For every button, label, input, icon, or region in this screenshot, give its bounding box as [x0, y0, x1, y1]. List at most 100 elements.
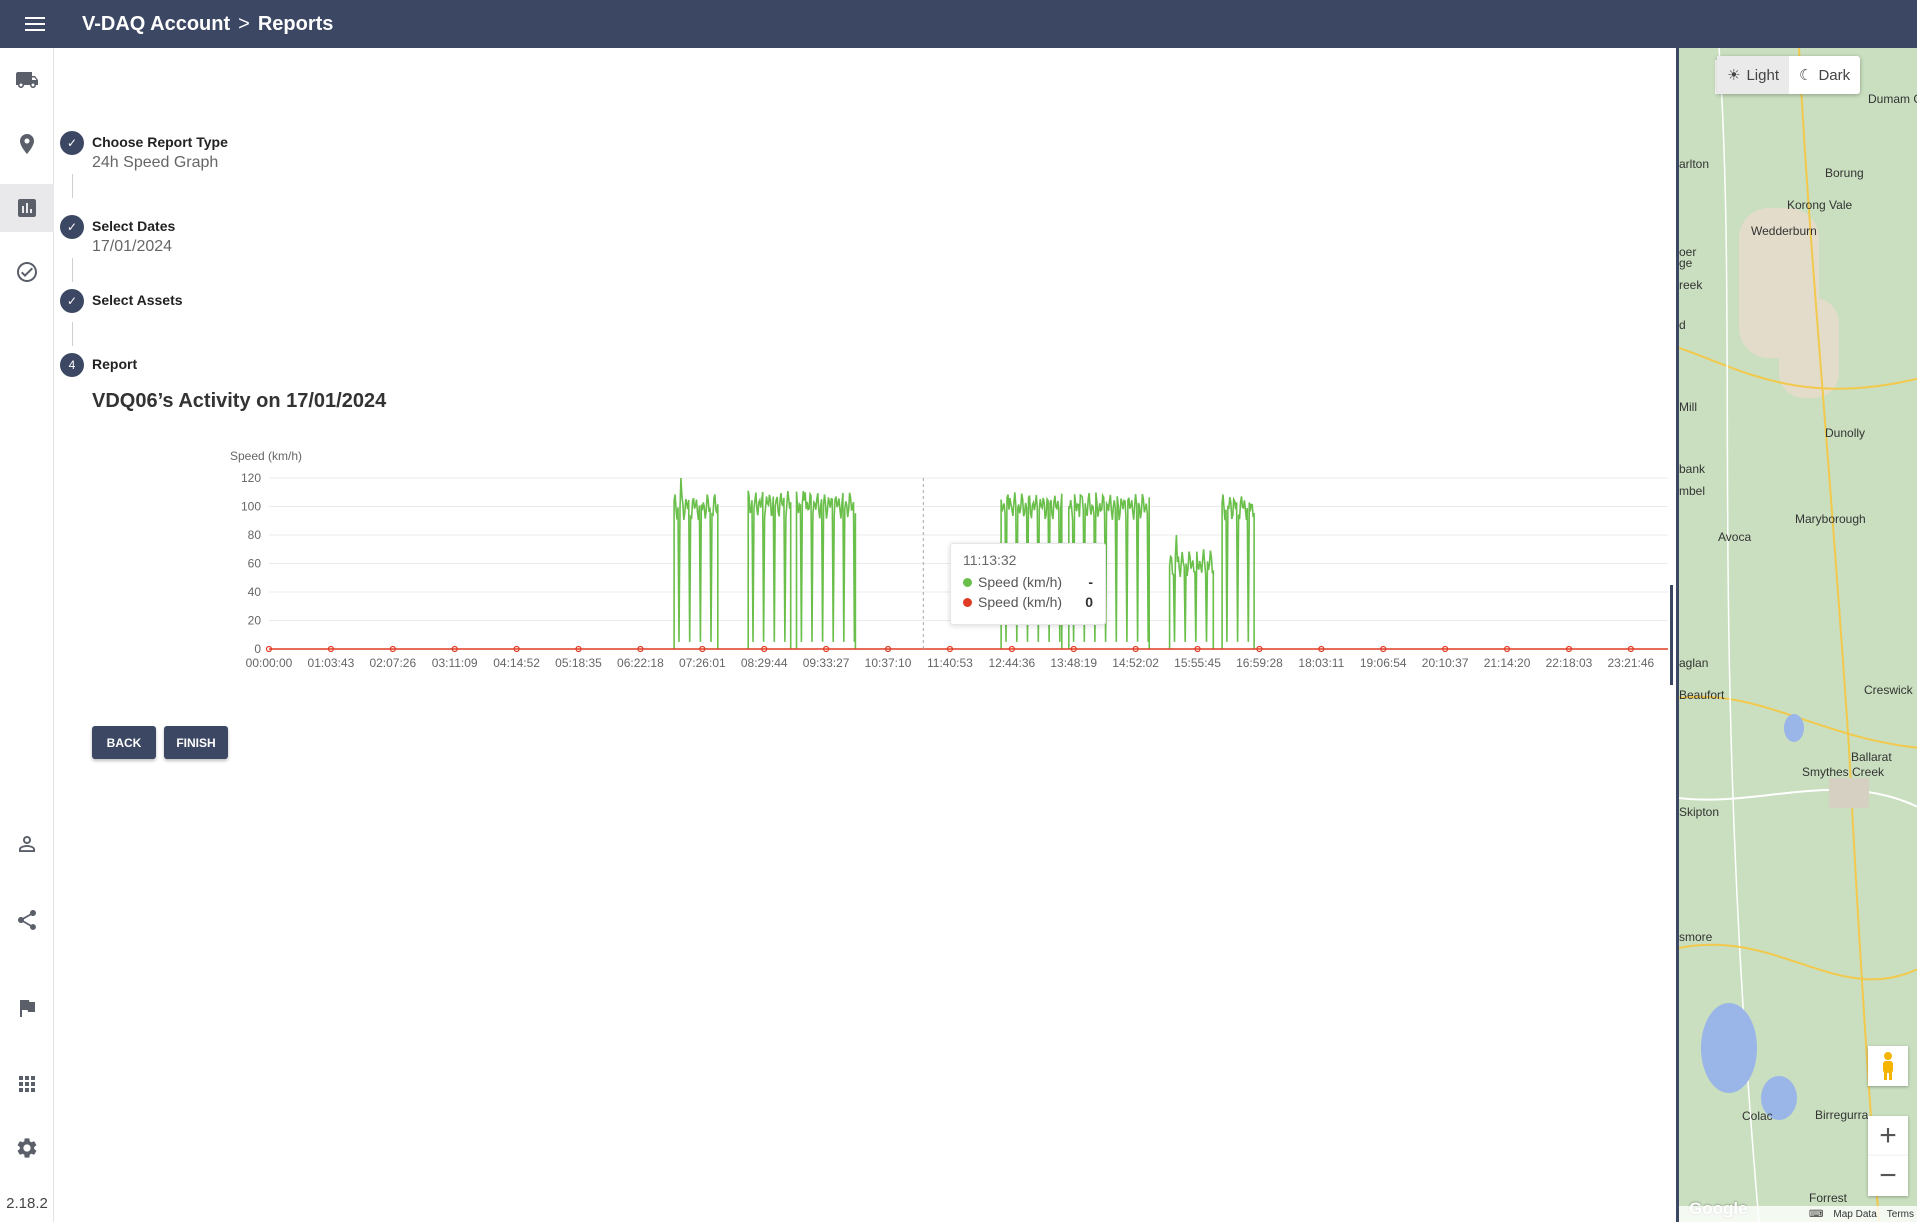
x-tick-label: 13:48:19 — [1050, 656, 1097, 670]
breadcrumb-account[interactable]: V-DAQ Account — [82, 13, 230, 36]
x-tick-label: 02:07:26 — [369, 656, 416, 670]
x-tick-label: 12:44:36 — [988, 656, 1035, 670]
apps-grid-icon — [19, 1076, 35, 1092]
side-navigation: 2.18.2 — [0, 48, 54, 1222]
map-place-label: Wedderburn — [1751, 224, 1817, 238]
map-place-label: Mill — [1679, 400, 1697, 414]
map-panel[interactable]: Borung Korong Vale Wedderburn Dunolly Ma… — [1676, 48, 1917, 1222]
y-tick-label: 60 — [248, 557, 262, 571]
step-title: Choose Report Type — [92, 134, 228, 150]
x-tick-label: 01:03:43 — [308, 656, 355, 670]
step-connector — [72, 322, 73, 346]
map-place-label: Smythes Creek — [1802, 765, 1885, 779]
zoom-out-button[interactable]: − — [1868, 1156, 1908, 1196]
tooltip-time: 11:13:32 — [963, 552, 1017, 568]
green-series-segment — [1221, 494, 1255, 649]
finish-button[interactable]: FINISH — [164, 726, 228, 759]
terms-link[interactable]: Terms — [1887, 1209, 1914, 1220]
street-view-button[interactable] — [1868, 1046, 1908, 1086]
map-place-label: Birregurra — [1815, 1108, 1869, 1122]
gear-icon — [17, 1138, 37, 1158]
x-tick-label: 09:33:27 — [803, 656, 850, 670]
map-place-label: Ballarat — [1851, 750, 1892, 764]
green-series-segment — [795, 491, 857, 649]
sun-icon: ☀ — [1727, 67, 1741, 84]
nav-item-settings[interactable] — [0, 1124, 54, 1172]
map-data-link[interactable]: Map Data — [1833, 1209, 1876, 1220]
nav-item-flags[interactable] — [0, 984, 54, 1032]
y-tick-label: 20 — [248, 614, 262, 628]
breadcrumb: V-DAQ Account > Reports — [82, 13, 333, 36]
check-circle-icon — [17, 262, 37, 282]
speed-line-chart[interactable]: Speed (km/h) 0 20 40 60 80 100 120 00:00:00 01:03… — [200, 440, 1670, 670]
step-complete-check-icon: ✓ — [60, 131, 84, 155]
nav-item-share[interactable] — [0, 896, 54, 944]
y-axis-label: Speed (km/h) — [230, 449, 302, 463]
zoom-in-button[interactable]: + — [1868, 1116, 1908, 1156]
x-tick-label: 07:26:01 — [679, 656, 726, 670]
map-place-label: Forrest — [1809, 1191, 1848, 1205]
flag-icon — [20, 1000, 35, 1017]
step-complete-check-icon: ✓ — [60, 289, 84, 313]
x-tick-label: 22:18:03 — [1546, 656, 1593, 670]
dark-label: Dark — [1818, 66, 1851, 84]
y-tick-label: 120 — [241, 471, 261, 485]
nav-item-apps[interactable] — [0, 1060, 54, 1108]
x-tick-label: 19:06:54 — [1360, 656, 1407, 670]
nav-item-locations[interactable] — [0, 120, 54, 168]
menu-icon — [25, 15, 45, 33]
x-tick-label: 05:18:35 — [555, 656, 602, 670]
map-place-label: reek — [1679, 278, 1703, 292]
dark-theme-button[interactable]: ☾ Dark — [1789, 56, 1860, 94]
app-version: 2.18.2 — [6, 1195, 48, 1212]
person-icon — [19, 836, 35, 852]
step-select-assets[interactable]: ✓ Select Assets — [60, 289, 183, 313]
pegman-icon — [1883, 1052, 1893, 1080]
theme-toggle: ☀ Light ☾ Dark — [1717, 56, 1861, 94]
keyboard-icon[interactable]: ⌨ — [1809, 1209, 1823, 1220]
nav-item-account[interactable] — [0, 820, 54, 868]
x-tick-label: 10:37:10 — [865, 656, 912, 670]
top-app-bar: V-DAQ Account > Reports — [0, 0, 1917, 48]
x-tick-label: 00:00:00 — [246, 656, 293, 670]
map-place-label: mbel — [1679, 484, 1706, 498]
panel-resize-handle[interactable] — [1670, 585, 1673, 685]
light-theme-button[interactable]: ☀ Light — [1717, 56, 1789, 94]
map-place-label: Beaufort — [1679, 688, 1725, 702]
y-tick-label: 100 — [241, 500, 261, 514]
hamburger-menu-button[interactable] — [0, 0, 70, 48]
step-title: Report — [92, 356, 138, 372]
map-place-label: bank — [1679, 462, 1706, 476]
nav-item-tasks[interactable] — [0, 248, 54, 296]
moon-icon: ☾ — [1798, 67, 1813, 84]
x-tick-label: 23:21:46 — [1607, 656, 1654, 670]
y-tick-label: 40 — [248, 585, 262, 599]
map-place-label: Dumam G — [1868, 92, 1917, 106]
nav-item-reports[interactable] — [0, 184, 54, 232]
step-value: 24h Speed Graph — [92, 154, 219, 171]
step-report[interactable]: 4 Report — [60, 353, 137, 377]
tooltip-series-value: - — [1088, 574, 1093, 590]
x-tick-label: 20:10:37 — [1422, 656, 1469, 670]
step-choose-report-type[interactable]: ✓ Choose Report Type 24h Speed Graph — [60, 131, 228, 172]
map-place-label: Dunolly — [1825, 426, 1866, 440]
map-place-label: Creswick — [1864, 683, 1913, 697]
map-place-label: Colac — [1742, 1109, 1773, 1123]
light-label: Light — [1746, 66, 1779, 84]
report-title: VDQ06’s Activity on 17/01/2024 — [92, 390, 387, 412]
x-tick-label: 03:11:09 — [432, 656, 478, 670]
tooltip-series-value: 0 — [1085, 594, 1093, 610]
location-pin-icon — [20, 134, 34, 154]
nav-item-vehicles[interactable] — [0, 56, 54, 104]
step-connector — [72, 174, 73, 198]
back-button[interactable]: BACK — [92, 726, 156, 759]
map-place-label: aglan — [1679, 656, 1709, 670]
x-tick-label: 06:22:18 — [617, 656, 664, 670]
step-title: Select Dates — [92, 218, 176, 234]
tooltip-row: Speed (km/h) - — [963, 574, 1093, 590]
step-select-dates[interactable]: ✓ Select Dates 17/01/2024 — [60, 215, 175, 256]
map-place-label: ge — [1679, 256, 1693, 270]
green-series-dot-icon — [963, 577, 972, 587]
tooltip-row: Speed (km/h) 0 — [963, 594, 1093, 610]
x-tick-label: 08:29:44 — [741, 656, 788, 670]
